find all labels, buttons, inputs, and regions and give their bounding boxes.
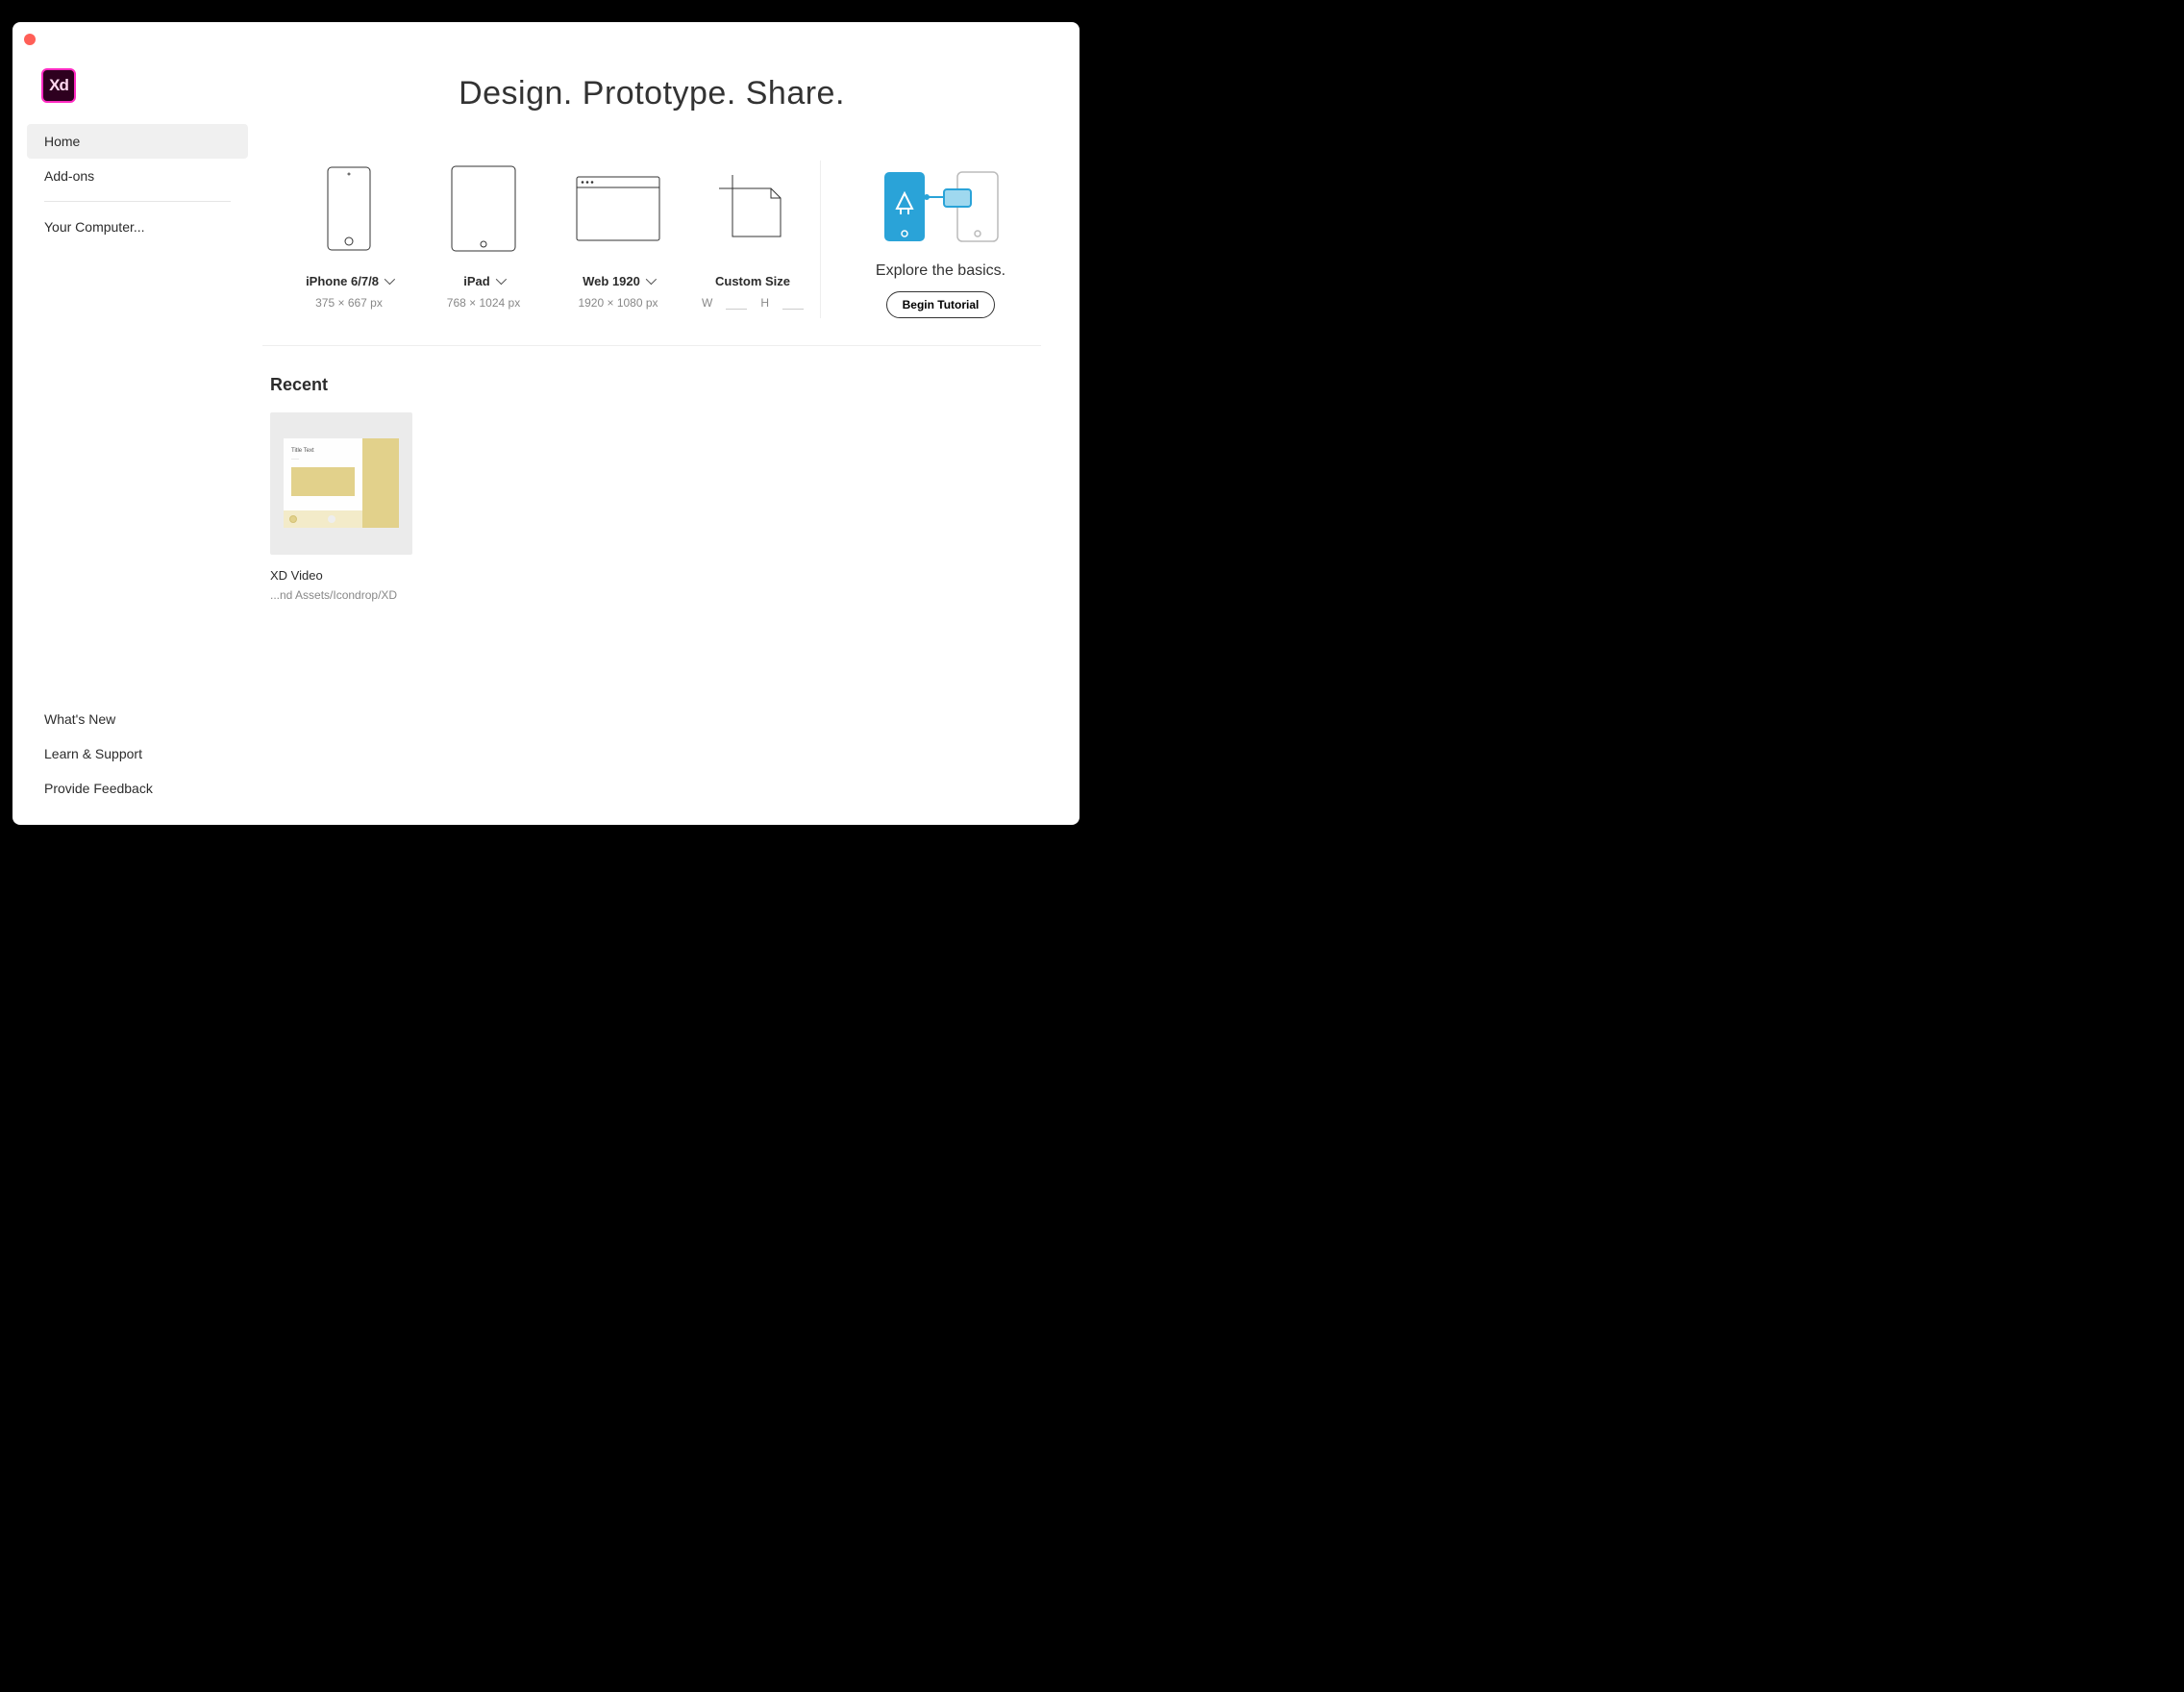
sidebar-link-whats-new[interactable]: What's New (27, 702, 248, 736)
template-ipad[interactable]: iPad 768 × 1024 px (421, 161, 546, 318)
width-input[interactable] (726, 296, 747, 310)
hero-title: Design. Prototype. Share. (262, 75, 1041, 112)
recent-file-path: ...nd Assets/Icondrop/XD (270, 588, 412, 602)
sidebar: Xd Home Add-ons Your Computer... What's … (12, 22, 262, 825)
sidebar-item-your-computer[interactable]: Your Computer... (27, 210, 248, 244)
tablet-icon (451, 165, 516, 252)
template-name-label: iPad (463, 274, 489, 288)
width-label: W (702, 296, 712, 310)
custom-size-icon (719, 175, 786, 242)
app-logo: Xd (41, 68, 76, 103)
template-custom[interactable]: Custom Size W H (690, 161, 815, 318)
tutorial-panel: Explore the basics. Begin Tutorial (820, 161, 1041, 318)
tutorial-illustration (879, 168, 1004, 245)
sidebar-item-home[interactable]: Home (27, 124, 248, 159)
app-window: Xd Home Add-ons Your Computer... What's … (12, 22, 1080, 825)
template-iphone[interactable]: iPhone 6/7/8 375 × 667 px (286, 161, 411, 318)
chevron-down-icon[interactable] (495, 274, 506, 285)
sidebar-link-learn-support[interactable]: Learn & Support (27, 736, 248, 771)
chevron-down-icon[interactable] (385, 274, 395, 285)
template-dimensions: 375 × 667 px (315, 296, 383, 310)
close-window-button[interactable] (24, 34, 36, 45)
templates-list: iPhone 6/7/8 375 × 667 px iPad (262, 161, 820, 318)
tutorial-title: Explore the basics. (876, 262, 1005, 280)
sidebar-link-feedback[interactable]: Provide Feedback (27, 771, 248, 806)
template-name-label: Custom Size (715, 274, 790, 288)
sidebar-item-addons[interactable]: Add-ons (27, 159, 248, 193)
template-name-label: iPhone 6/7/8 (306, 274, 379, 288)
template-dimensions: 1920 × 1080 px (578, 296, 658, 310)
recent-grid: Title Text —— XD Video ...nd Assets/Icon… (270, 412, 1041, 602)
sidebar-bottom: What's New Learn & Support Provide Feedb… (27, 702, 248, 825)
divider (44, 201, 231, 202)
recent-file-name: XD Video (270, 568, 412, 583)
recent-file[interactable]: Title Text —— XD Video ...nd Assets/Icon… (270, 412, 412, 602)
height-label: H (760, 296, 769, 310)
recent-title: Recent (270, 375, 1041, 395)
begin-tutorial-button[interactable]: Begin Tutorial (886, 291, 996, 318)
template-name-label: Web 1920 (583, 274, 640, 288)
height-input[interactable] (782, 296, 804, 310)
recent-section: Recent Title Text —— XD (262, 375, 1041, 602)
main-content: Design. Prototype. Share. iPhone 6/7/8 (262, 22, 1080, 825)
phone-icon (327, 166, 371, 251)
templates-row: iPhone 6/7/8 375 × 667 px iPad (262, 161, 1041, 346)
sidebar-nav: Home Add-ons Your Computer... (27, 124, 248, 244)
chevron-down-icon[interactable] (646, 274, 657, 285)
recent-thumbnail: Title Text —— (270, 412, 412, 555)
browser-icon (576, 176, 660, 241)
template-web[interactable]: Web 1920 1920 × 1080 px (556, 161, 681, 318)
template-dimensions: 768 × 1024 px (447, 296, 520, 310)
